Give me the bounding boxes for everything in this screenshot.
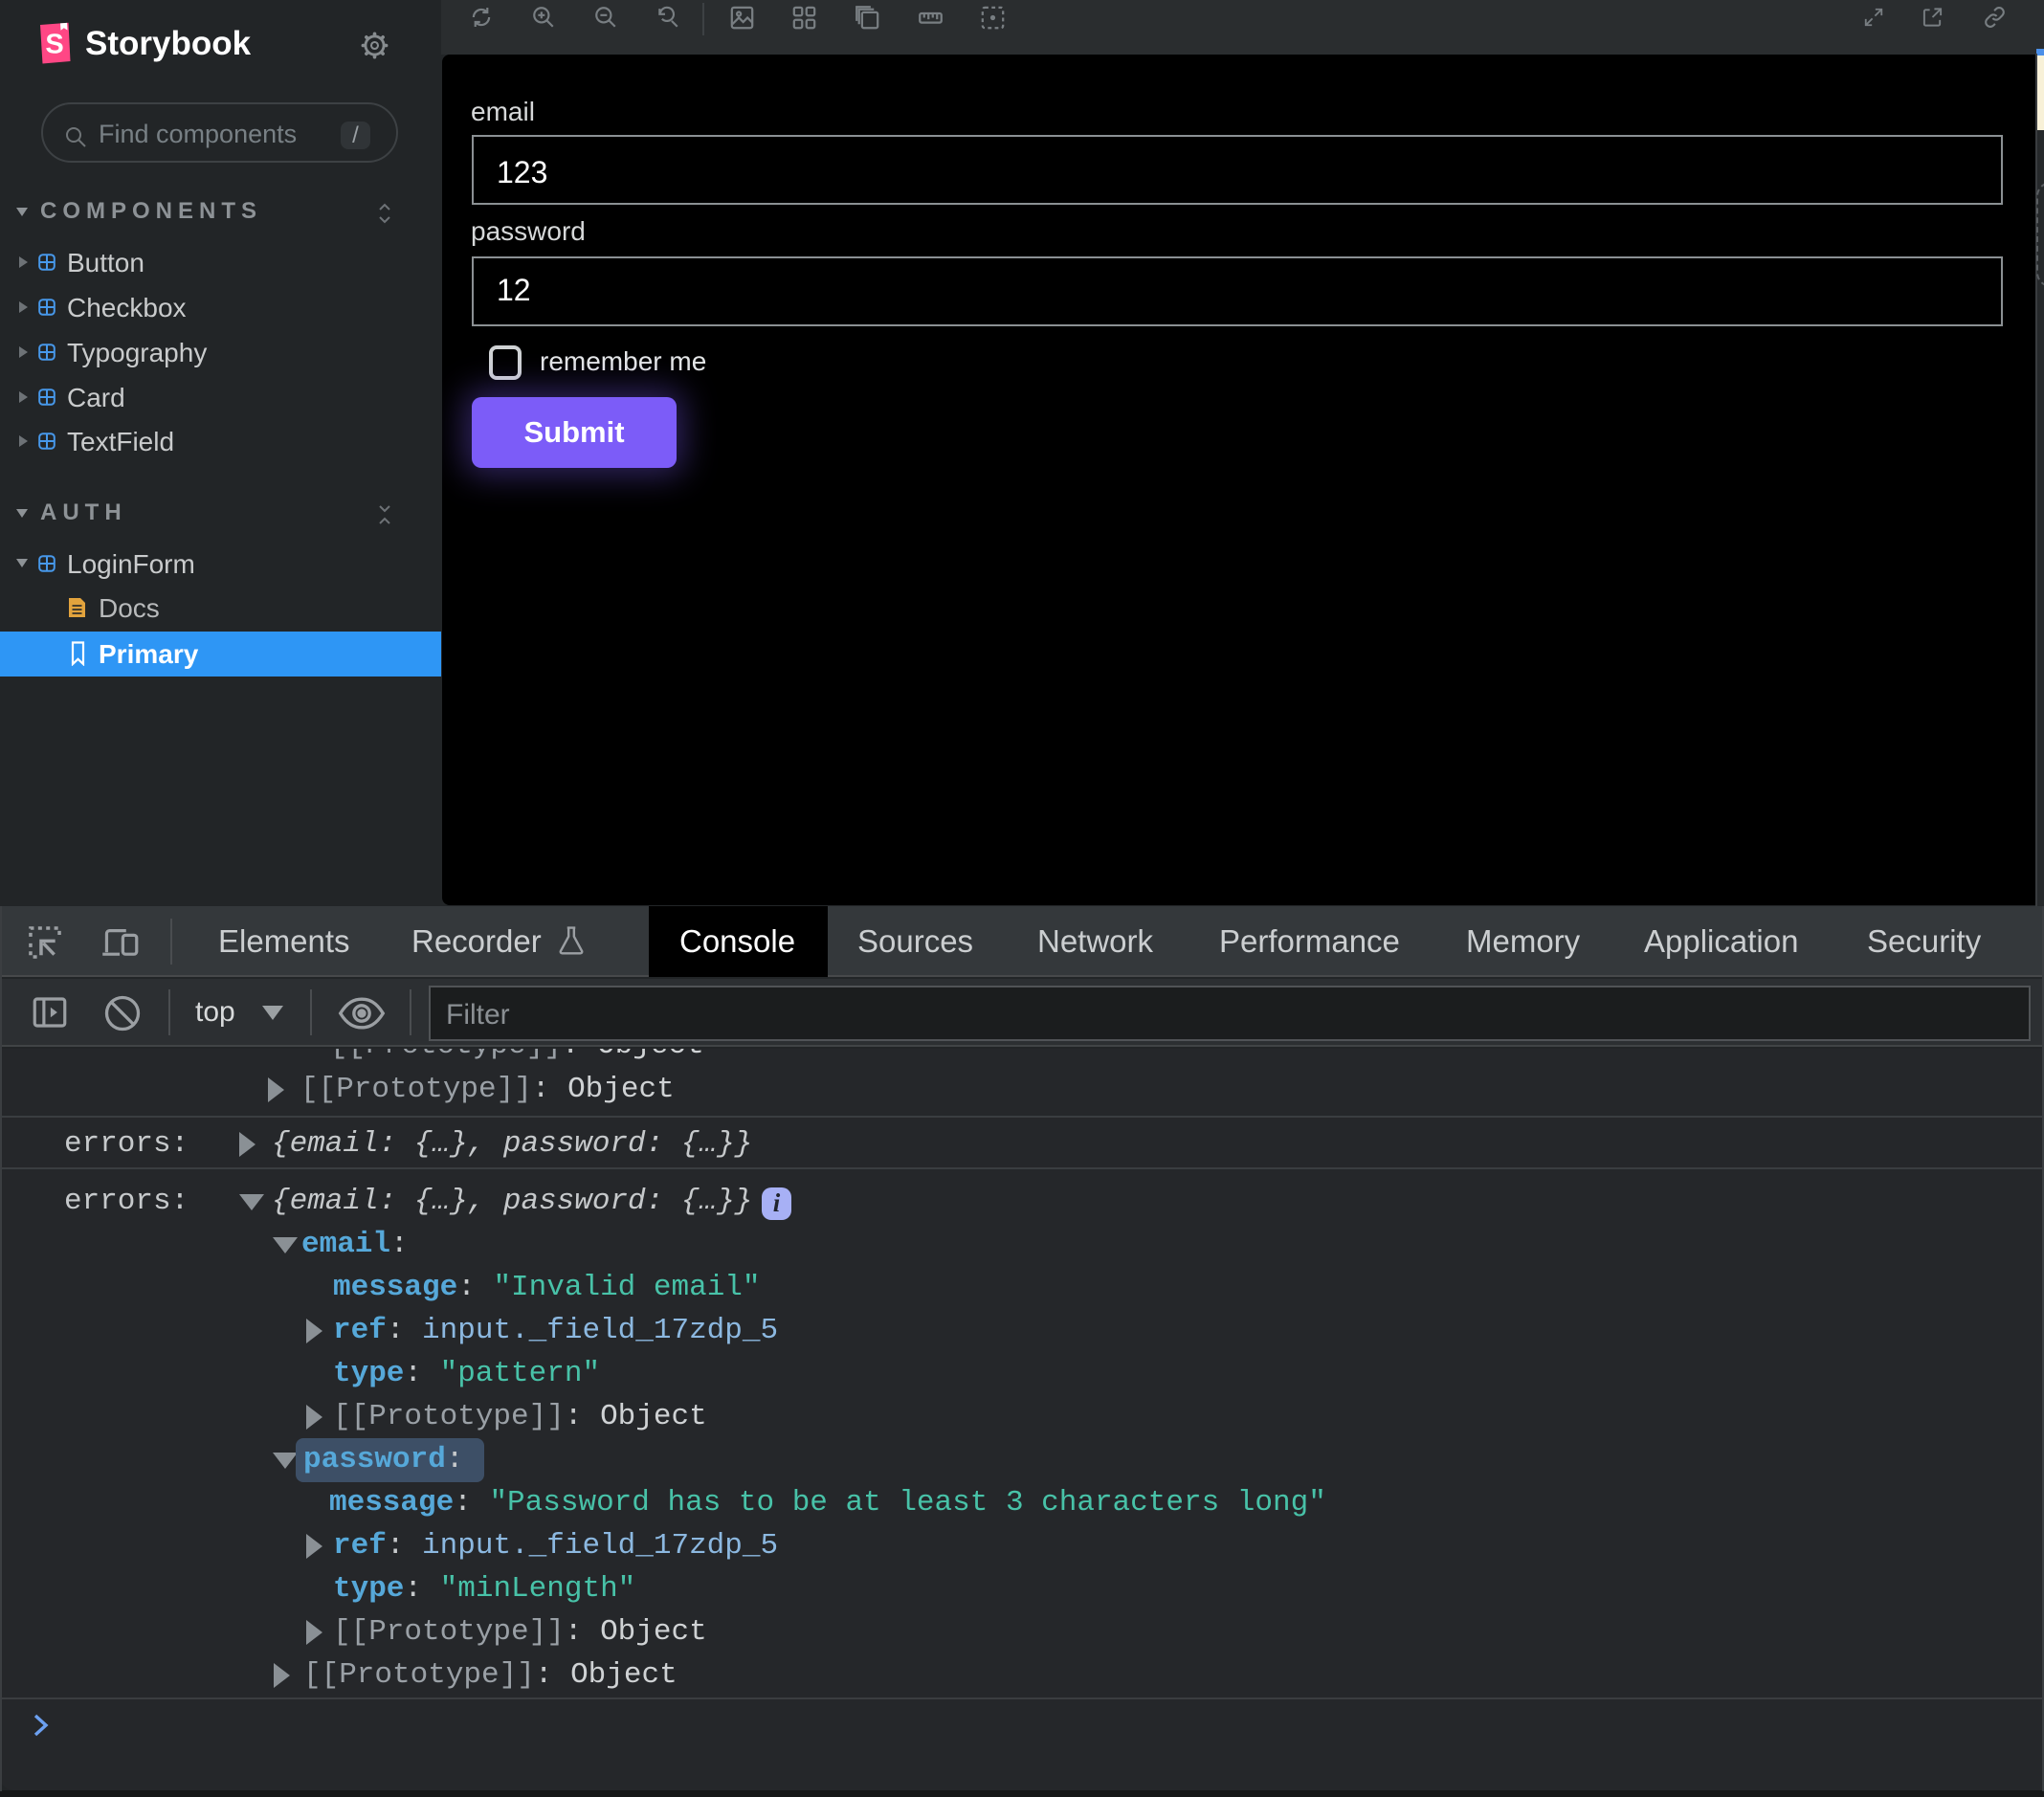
svg-text:S: S [45,30,63,60]
